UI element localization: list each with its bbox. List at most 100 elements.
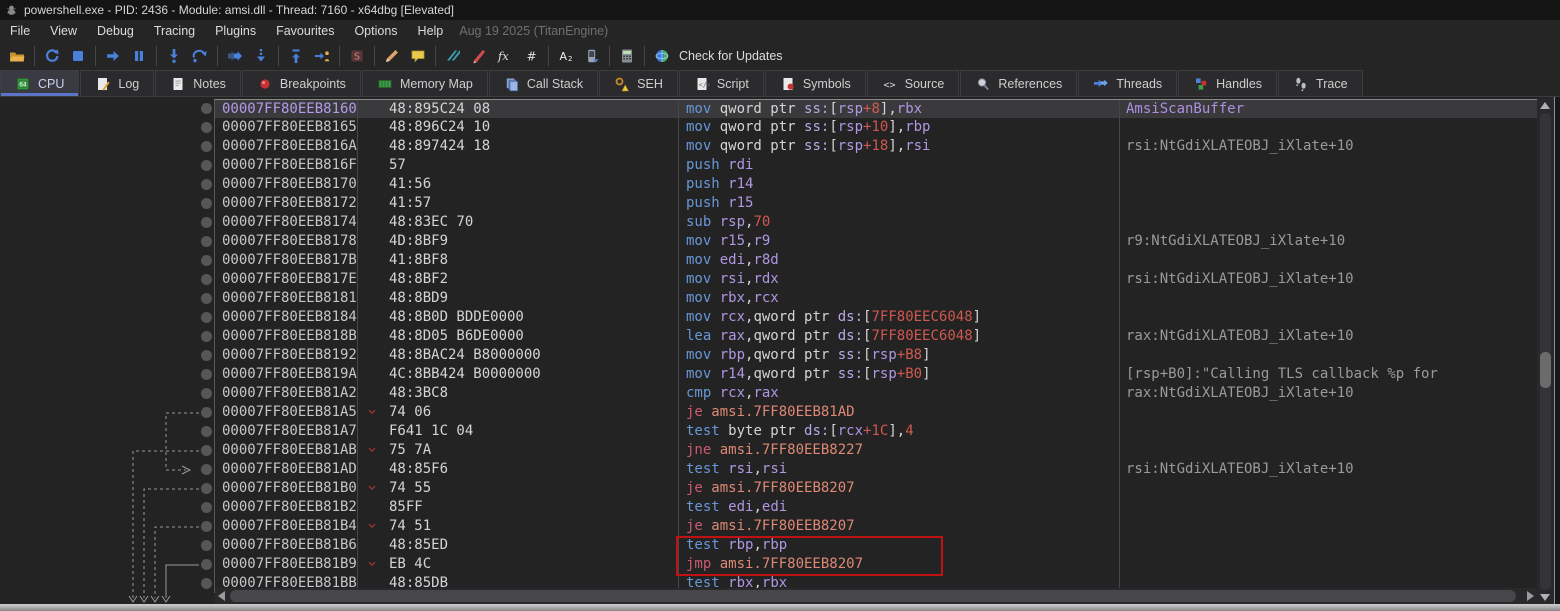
disasm-row[interactable]: 00007FF80EEB81A574 06je amsi.7FF80EEB81A… [0, 403, 1537, 422]
disasm-row[interactable]: 00007FF80EEB81AD48:85F6test rsi,rsirsi:N… [0, 460, 1537, 479]
menu-help[interactable]: Help [408, 20, 454, 42]
disasm-row[interactable]: 00007FF80EEB816A48:897424 18mov qword pt… [0, 137, 1537, 156]
vertical-scrollbar[interactable] [1537, 99, 1554, 604]
breakpoint-dot[interactable] [201, 122, 212, 133]
breakpoint-dot[interactable] [201, 179, 212, 190]
scroll-down-arrow-icon[interactable] [1540, 594, 1550, 601]
disasm-row[interactable]: 00007FF80EEB818148:8BD9mov rbx,rcx [0, 289, 1537, 308]
vertical-scrollbar-thumb[interactable] [1540, 352, 1551, 388]
menu-view[interactable]: View [40, 20, 87, 42]
disasm-row[interactable]: 00007FF80EEB817E48:8BF2mov rsi,rdxrsi:Nt… [0, 270, 1537, 289]
stop-icon[interactable] [65, 44, 91, 68]
disasm-row[interactable]: 00007FF80EEB81B074 55je amsi.7FF80EEB820… [0, 479, 1537, 498]
disasm-row[interactable]: 00007FF80EEB816048:895C24 08mov qword pt… [0, 99, 1537, 118]
breakpoint-dot[interactable] [201, 388, 212, 399]
breakpoint-dot[interactable] [201, 559, 212, 570]
calculator-icon[interactable] [614, 44, 640, 68]
breakpoint-dot[interactable] [201, 274, 212, 285]
tab-cpu[interactable]: 64CPU [0, 70, 79, 96]
open-folder-icon[interactable] [4, 44, 30, 68]
disasm-row[interactable]: 00007FF80EEB818B48:8D05 B6DE0000lea rax,… [0, 327, 1537, 346]
breakpoint-dot[interactable] [201, 236, 212, 247]
breakpoint-dot[interactable] [201, 160, 212, 171]
disasm-row[interactable]: 00007FF80EEB817448:83EC 70sub rsp,70 [0, 213, 1537, 232]
tab-notes[interactable]: Notes [155, 70, 241, 96]
pause-icon[interactable] [126, 44, 152, 68]
fx-icon[interactable]: fx [492, 44, 518, 68]
breakpoint-dot[interactable] [201, 293, 212, 304]
device-icon[interactable] [579, 44, 605, 68]
step-over-icon[interactable] [187, 44, 213, 68]
breakpoint-dot[interactable] [201, 103, 212, 114]
disasm-row[interactable]: 00007FF80EEB819248:8BAC24 B8000000mov rb… [0, 346, 1537, 365]
pencil-icon[interactable] [379, 44, 405, 68]
disasm-row[interactable]: 00007FF80EEB81B474 51je amsi.7FF80EEB820… [0, 517, 1537, 536]
breakpoint-dot[interactable] [201, 255, 212, 266]
vertical-scrollbar-track[interactable] [1540, 113, 1551, 590]
menu-debug[interactable]: Debug [87, 20, 144, 42]
disasm-row[interactable]: 00007FF80EEB81B285FFtest edi,edi [0, 498, 1537, 517]
tab-handles[interactable]: Handles [1178, 70, 1277, 96]
font-a2-icon[interactable]: A2 [553, 44, 579, 68]
disasm-row[interactable]: 00007FF80EEB81B9EB 4Cjmp amsi.7FF80EEB82… [0, 555, 1537, 574]
breakpoint-dot[interactable] [201, 217, 212, 228]
breakpoint-dot[interactable] [201, 312, 212, 323]
menu-plugins[interactable]: Plugins [205, 20, 266, 42]
tab-threads[interactable]: Threads [1078, 70, 1177, 96]
check-for-updates-label[interactable]: Check for Updates [679, 49, 783, 63]
breakpoint-dot[interactable] [201, 141, 212, 152]
disasm-row[interactable]: 00007FF80EEB81784D:8BF9mov r15,r9r9:NtGd… [0, 232, 1537, 251]
breakpoint-dot[interactable] [201, 445, 212, 456]
disasm-row[interactable]: 00007FF80EEB81A248:3BC8cmp rcx,raxrax:Nt… [0, 384, 1537, 403]
horizontal-scrollbar[interactable] [215, 588, 1537, 604]
tab-script[interactable]: </>Script [679, 70, 764, 96]
menu-options[interactable]: Options [344, 20, 407, 42]
hash-icon[interactable]: # [518, 44, 544, 68]
menu-tracing[interactable]: Tracing [144, 20, 205, 42]
tab-breakpoints[interactable]: Breakpoints [242, 70, 361, 96]
breakpoint-dot[interactable] [201, 521, 212, 532]
restart-icon[interactable] [39, 44, 65, 68]
tab-call-stack[interactable]: Call Stack [489, 70, 598, 96]
breakpoint-dot[interactable] [201, 540, 212, 551]
disasm-row[interactable]: 00007FF80EEB816548:896C24 10mov qword pt… [0, 118, 1537, 137]
execute-till-return-icon[interactable] [283, 44, 309, 68]
highlight-icon[interactable] [466, 44, 492, 68]
globe-icon[interactable] [649, 44, 675, 68]
disasm-row[interactable]: 00007FF80EEB818448:8B0D BDDE0000mov rcx,… [0, 308, 1537, 327]
disasm-row[interactable]: 00007FF80EEB81AB75 7Ajne amsi.7FF80EEB82… [0, 441, 1537, 460]
scroll-right-arrow-icon[interactable] [1527, 591, 1534, 601]
comment-icon[interactable] [405, 44, 431, 68]
menu-file[interactable]: File [0, 20, 40, 42]
trace-into-icon[interactable] [248, 44, 274, 68]
breakpoint-dot[interactable] [201, 464, 212, 475]
breakpoint-dot[interactable] [201, 502, 212, 513]
breakpoint-dot[interactable] [201, 578, 212, 589]
disasm-row[interactable]: 00007FF80EEB816F57push rdi [0, 156, 1537, 175]
tab-seh[interactable]: SEH [599, 70, 678, 96]
tab-source[interactable]: <>Source [867, 70, 960, 96]
tab-trace[interactable]: Trace [1278, 70, 1363, 96]
breakpoint-dot[interactable] [201, 369, 212, 380]
disasm-row[interactable]: 00007FF80EEB817041:56push r14 [0, 175, 1537, 194]
tab-symbols[interactable]: Symbols [765, 70, 866, 96]
breakpoint-dot[interactable] [201, 426, 212, 437]
step-into-icon[interactable] [161, 44, 187, 68]
menu-favourites[interactable]: Favourites [266, 20, 344, 42]
run-icon[interactable] [100, 44, 126, 68]
breakpoint-dot[interactable] [201, 407, 212, 418]
scroll-up-arrow-icon[interactable] [1540, 102, 1550, 109]
breakpoint-dot[interactable] [201, 198, 212, 209]
horizontal-scrollbar-thumb[interactable] [230, 590, 1516, 602]
animate-into-icon[interactable] [222, 44, 248, 68]
scroll-left-arrow-icon[interactable] [218, 591, 225, 601]
disasm-row[interactable]: 00007FF80EEB819A4C:8BB424 B0000000mov r1… [0, 365, 1537, 384]
breakpoint-dot[interactable] [201, 350, 212, 361]
run-to-user-code-icon[interactable] [309, 44, 335, 68]
breakpoint-dot[interactable] [201, 331, 212, 342]
tab-memory-map[interactable]: Memory Map [362, 70, 488, 96]
disasm-row[interactable]: 00007FF80EEB817241:57push r15 [0, 194, 1537, 213]
tab-references[interactable]: References [960, 70, 1077, 96]
disasm-row[interactable]: 00007FF80EEB817B41:8BF8mov edi,r8d [0, 251, 1537, 270]
label-stripes-icon[interactable] [440, 44, 466, 68]
